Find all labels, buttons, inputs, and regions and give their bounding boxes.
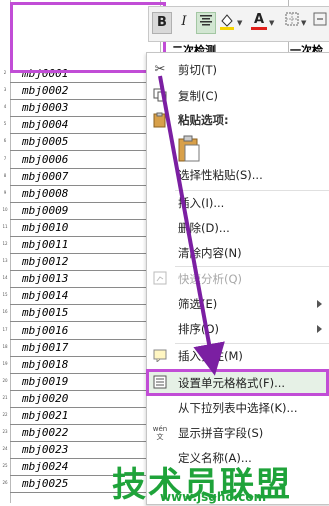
annotation-arrow	[158, 75, 225, 376]
watermark-url: www.jsgho.com	[160, 490, 267, 504]
